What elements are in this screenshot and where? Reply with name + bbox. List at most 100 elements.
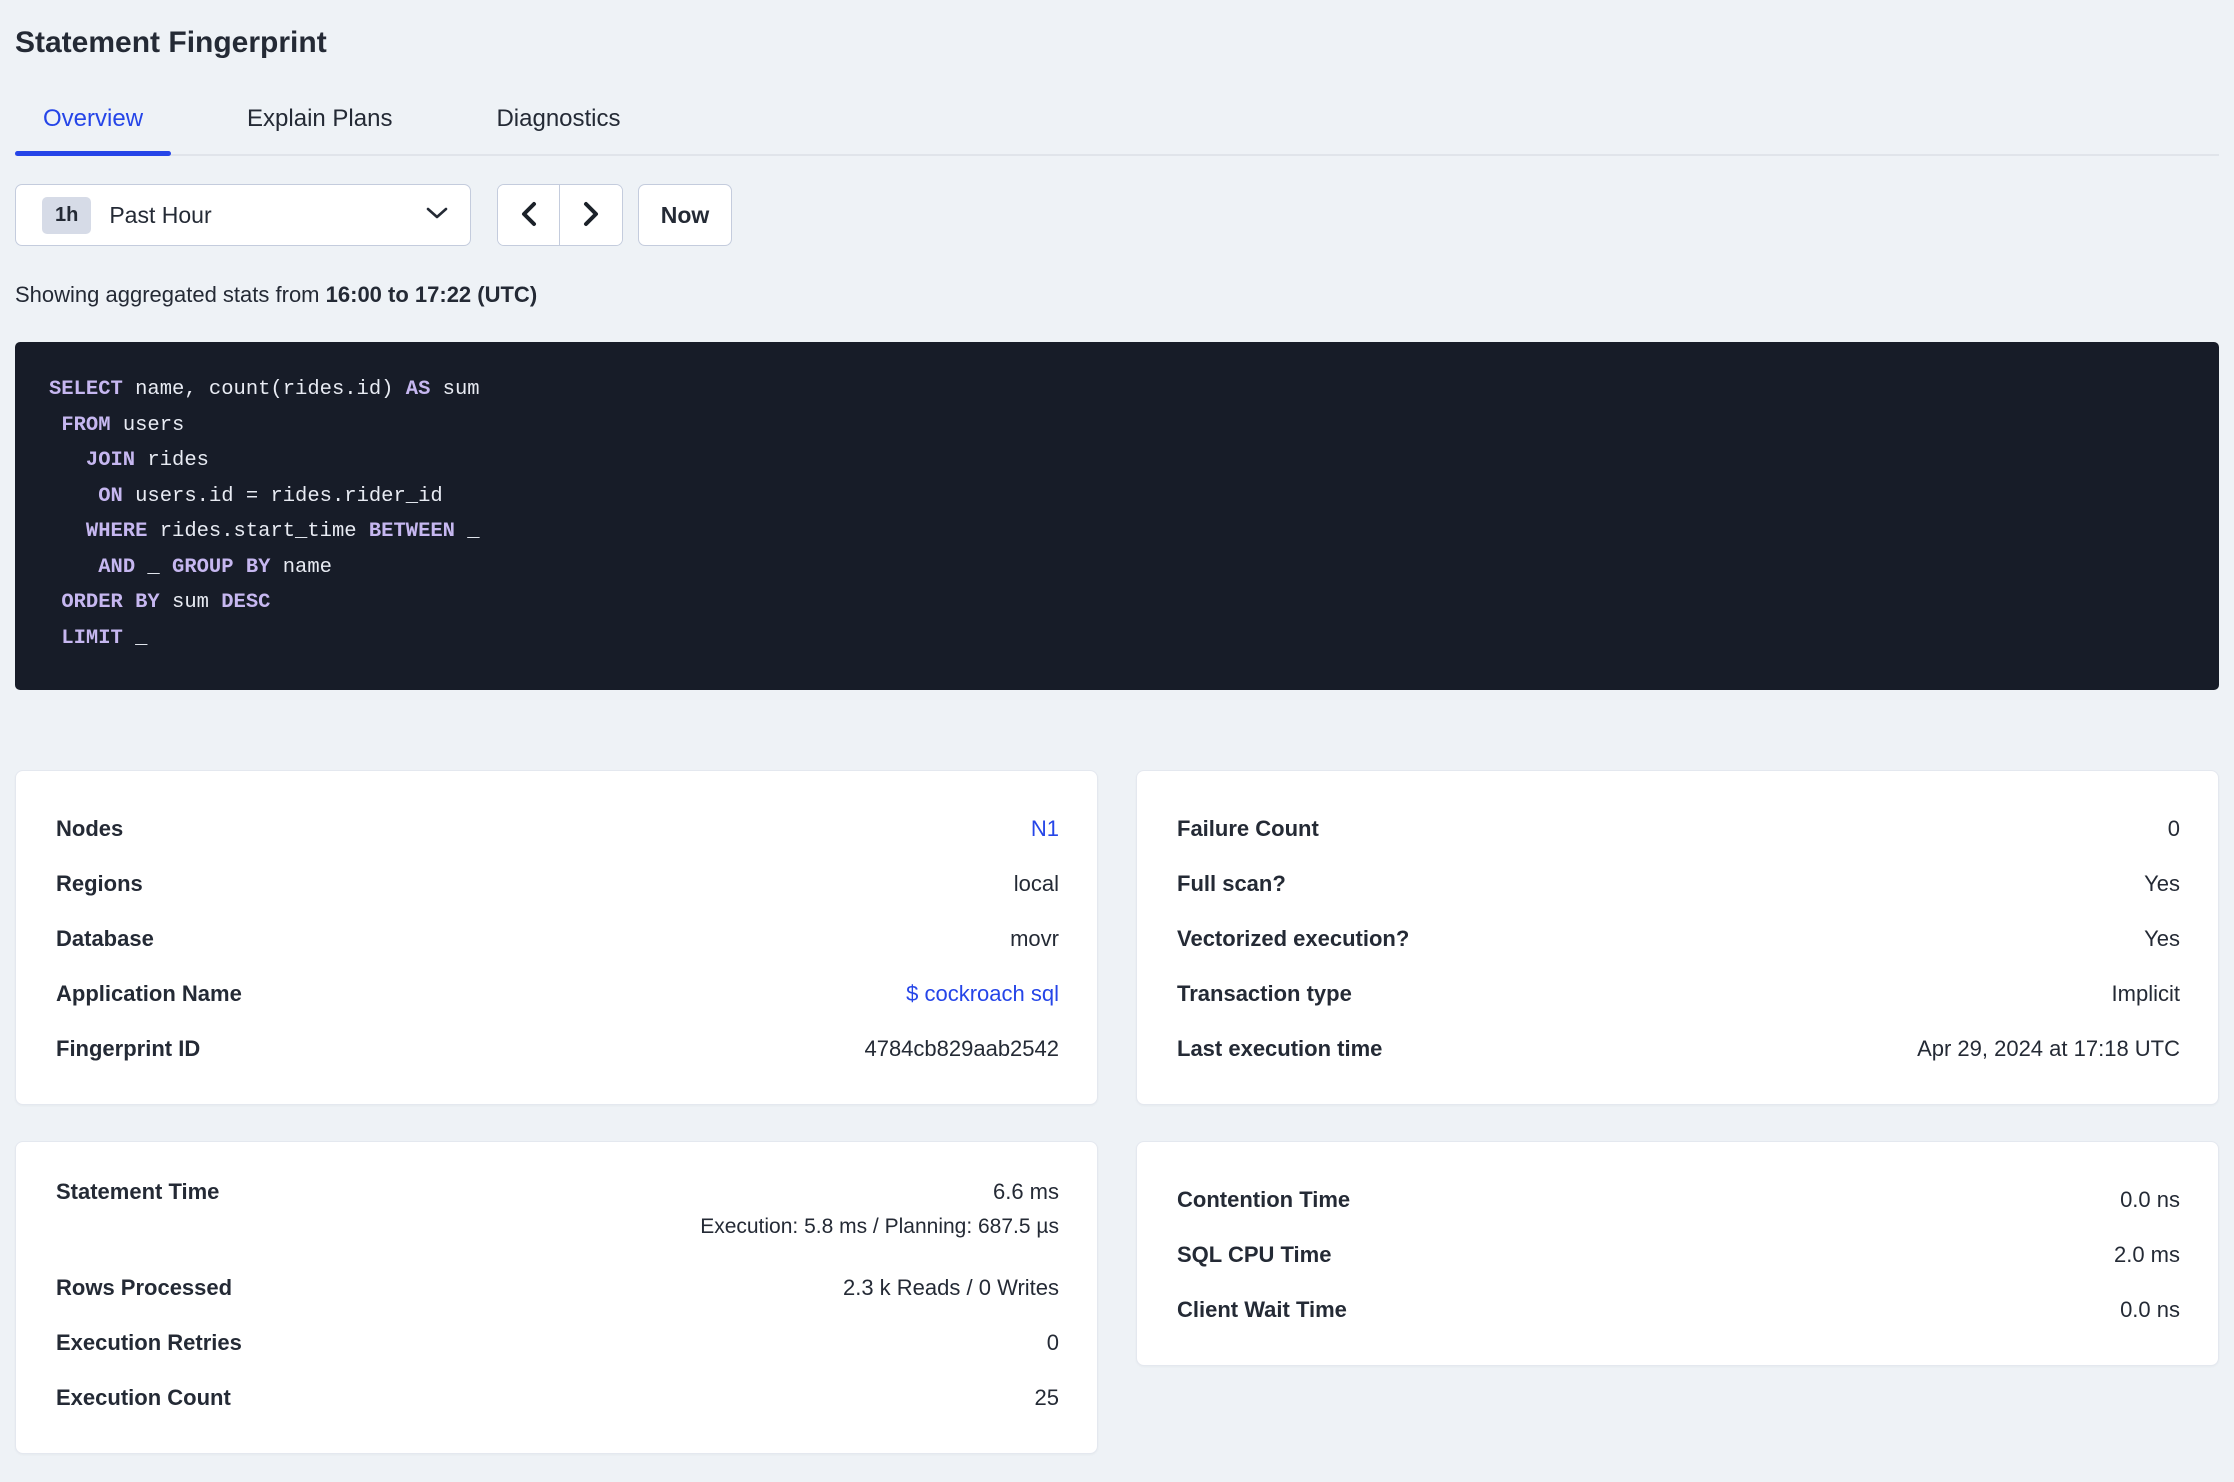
card-statement-details: Nodes N1 Regions local Database movr Applicati… [15,770,1098,1105]
row-label: Nodes [56,815,124,841]
sql-keyword: AS [405,378,431,401]
row-value: 0.0 ns [2120,1186,2180,1212]
sql-line: ORDER BY sum DESC [49,585,2185,621]
tab-diagnostics[interactable]: Diagnostics [468,106,648,154]
row-label: Vectorized execution? [1177,925,1410,951]
sql-keyword: BETWEEN [368,520,455,543]
card-row: Failure Count 0 [1177,801,2180,856]
time-range-arrows [497,184,623,246]
sql-keyword: GROUP BY [172,555,271,579]
row-label: Transaction type [1177,980,1352,1006]
tab-overview[interactable]: Overview [15,106,172,156]
row-value: 0 [2167,815,2180,841]
sql-text: users.id = rides.rider_id [122,484,443,508]
sql-keyword: SELECT [49,378,123,401]
card-execution-attributes: Failure Count 0 Full scan? Yes Vectorized ex… [1136,770,2219,1105]
row-value-link[interactable]: N1 [1031,816,1059,842]
sql-statement: SELECT name, count(rides.id) AS sum FROM… [15,342,2219,690]
sql-text: _ [454,520,480,543]
aggregated-stats-caption: Showing aggregated stats from 16:00 to 1… [15,282,2219,308]
row-value-link[interactable]: $ cockroach sql [906,981,1059,1007]
caption-time-range: 16:00 to 17:22 (UTC) [325,282,538,307]
time-range-label: Past Hour [109,201,212,228]
row-value-stack: 6.6 ms Execution: 5.8 ms / Planning: 687.… [700,1172,1059,1242]
row-label: Statement Time [56,1179,220,1204]
time-interval-badge: 1h [42,196,92,234]
sql-keyword: ORDER BY [61,591,160,614]
page-title: Statement Fingerprint [15,26,327,59]
row-label: Failure Count [1177,815,1319,841]
statement-fingerprint-page: Statement Fingerprint Overview Explain Pl… [0,24,2234,1454]
sql-keyword: ON [98,484,123,508]
row-label: Rows Processed [56,1274,233,1300]
time-picker-row: 1h Past Hour Now [15,184,2219,246]
sql-line: ON users.id = rides.rider_id [49,479,2185,515]
now-button[interactable]: Now [638,184,732,246]
card-row: Execution Count 25 [56,1370,1059,1425]
row-value: Implicit [2111,980,2180,1006]
sql-line: SELECT name, count(rides.id) AS sum [49,372,2185,408]
next-range-button[interactable] [560,185,622,245]
card-row: Execution Retries 0 [56,1315,1059,1370]
card-row: Rows Processed 2.3 k Reads / 0 Writes [56,1260,1059,1315]
tab-explain-plans[interactable]: Explain Plans [219,106,420,154]
row-value: 2.0 ms [2113,1241,2180,1267]
card-row: Database movr [56,911,1059,966]
card-row: Statement Time 6.6 ms Execution: 5.8 ms / … [56,1172,1059,1260]
sql-line: JOIN rides [49,443,2185,479]
sql-line: LIMIT _ [49,621,2185,657]
sql-text: _ [122,626,148,650]
sql-keyword: JOIN [85,449,136,472]
chevron-down-icon [426,206,448,225]
card-row: Regions local [56,856,1059,911]
row-label: Fingerprint ID [56,1035,201,1061]
row-label: Application Name [56,980,242,1006]
row-value: Yes [2144,925,2180,951]
sql-line: FROM users [49,408,2185,444]
row-label: Regions [56,870,143,896]
sql-text: name [270,555,332,579]
row-label: Execution Count [56,1384,231,1410]
row-value: movr [1010,925,1059,951]
card-row: Last execution time Apr 29, 2024 at 17:18… [1177,1021,2180,1076]
row-value: local [1013,870,1059,896]
card-row: SQL CPU Time 2.0 ms [1177,1227,2180,1282]
sql-keyword: FROM [61,413,111,437]
row-value: 4784cb829aab2542 [864,1035,1059,1061]
row-value: Apr 29, 2024 at 17:18 UTC [1917,1035,2180,1061]
card-row: Fingerprint ID 4784cb829aab2542 [56,1021,1059,1076]
sql-text: sum [430,378,480,401]
sql-text: rides [135,449,209,472]
tab-bar: Overview Explain Plans Diagnostics [15,106,2219,156]
sql-keyword: WHERE [85,520,148,543]
chevron-left-icon [518,200,540,231]
row-label: Database [56,925,154,951]
card-row: Vectorized execution? Yes [1177,911,2180,966]
sql-text: rides.start_time [147,520,369,543]
sql-keyword: AND [98,555,136,579]
sql-text: users [110,413,185,437]
row-value: 6.6 ms [992,1179,1059,1204]
sql-keyword: DESC [221,591,271,614]
prev-range-button[interactable] [498,185,560,245]
card-time-breakdown: Contention Time 0.0 ns SQL CPU Time 2.0 ms C… [1136,1141,2219,1366]
card-row: Client Wait Time 0.0 ns [1177,1282,2180,1337]
row-value: 2.3 k Reads / 0 Writes [842,1274,1059,1300]
time-range-dropdown[interactable]: 1h Past Hour [15,184,471,246]
row-label: Last execution time [1177,1035,1383,1061]
row-value: 0.0 ns [2120,1296,2180,1322]
card-row: Full scan? Yes [1177,856,2180,911]
card-row: Nodes N1 [56,801,1059,856]
row-value: Yes [2144,870,2180,896]
row-label: Client Wait Time [1177,1296,1347,1322]
sql-text: _ [135,555,173,579]
sql-line: AND _ GROUP BY name [49,550,2185,586]
card-row: Application Name $ cockroach sql [56,966,1059,1021]
row-label: Execution Retries [56,1329,242,1355]
